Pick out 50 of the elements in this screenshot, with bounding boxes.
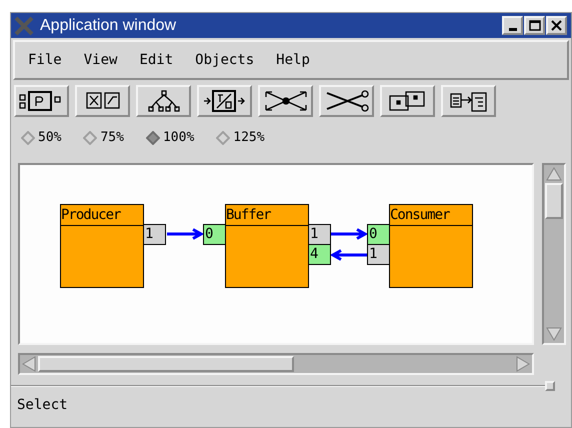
port[interactable]: 0 — [203, 224, 226, 245]
diagram-node[interactable]: Consumer — [389, 204, 473, 288]
close-icon — [551, 20, 562, 31]
status-text: Select — [16, 396, 69, 415]
port[interactable]: 1 — [367, 244, 390, 265]
toolbar-button[interactable] — [380, 85, 435, 117]
toolbar-button[interactable] — [136, 85, 191, 117]
node-title: Consumer — [390, 205, 472, 226]
zoom-radio[interactable]: 50% — [21, 128, 62, 148]
zoom-radio[interactable]: 100% — [146, 128, 194, 148]
menu-item[interactable]: Objects — [195, 50, 254, 70]
scroll-thumb[interactable] — [38, 356, 294, 372]
menu-item[interactable]: File — [28, 50, 62, 70]
close-button[interactable] — [546, 16, 567, 35]
node-title: Producer — [61, 205, 143, 226]
vertical-scrollbar[interactable] — [542, 163, 566, 345]
minimize-button[interactable] — [502, 16, 523, 35]
toolbar-button[interactable] — [14, 85, 69, 117]
maximize-button[interactable] — [524, 16, 545, 35]
port[interactable]: 1 — [308, 224, 331, 245]
node-title: Buffer — [226, 205, 308, 226]
port[interactable]: 4 — [308, 244, 331, 265]
left-arrow-icon — [20, 355, 38, 373]
scroll-thumb[interactable] — [545, 183, 563, 219]
zoom-radio[interactable]: 75% — [83, 128, 124, 148]
toolbar-button[interactable] — [441, 85, 496, 117]
window-title: Application window — [40, 16, 178, 36]
menu-item[interactable]: View — [84, 50, 118, 70]
menu-item[interactable]: Help — [276, 50, 310, 70]
right-arrow-icon — [514, 355, 532, 373]
zoom-radio[interactable]: 125% — [216, 128, 265, 148]
diagram-node[interactable]: Producer — [60, 204, 144, 288]
port[interactable]: 1 — [143, 224, 166, 245]
connector-arrow — [331, 228, 367, 240]
maximize-icon — [528, 20, 540, 31]
toolbar-button[interactable] — [197, 85, 252, 117]
connector-arrow — [331, 249, 367, 261]
diagram-node[interactable]: Buffer — [225, 204, 309, 288]
connector-arrow — [167, 228, 203, 240]
toolbar-button[interactable] — [319, 85, 374, 117]
horizontal-scrollbar[interactable] — [18, 353, 534, 375]
port[interactable]: 0 — [367, 224, 390, 245]
pane-sash-handle[interactable] — [545, 381, 555, 391]
minimize-icon — [508, 28, 516, 31]
up-arrow-icon — [544, 165, 564, 183]
toolbar-button[interactable] — [75, 85, 130, 117]
menu-item[interactable]: Edit — [139, 50, 174, 70]
toolbar-button[interactable] — [258, 85, 313, 117]
x-logo-icon — [14, 16, 34, 36]
down-arrow-icon — [544, 325, 564, 343]
